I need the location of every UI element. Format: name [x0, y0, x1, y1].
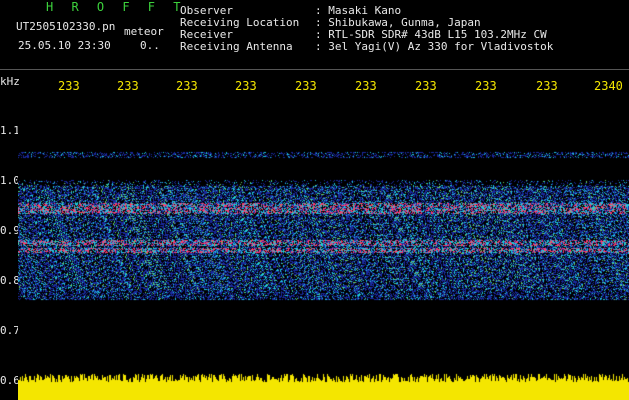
x-tick-label: 233	[295, 79, 317, 93]
antenna-key: Receiving Antenna	[180, 40, 293, 53]
meteor-label: meteor	[124, 25, 164, 38]
spectrogram-window: H R O F F T UT2505102330.pn meteor 25.05…	[0, 0, 629, 400]
x-tick-label: 233	[415, 79, 437, 93]
x-tick-label: 233	[475, 79, 497, 93]
file-name: UT2505102330.pn	[16, 20, 116, 33]
spectrogram-plot	[18, 100, 629, 400]
x-tick-label: 233	[355, 79, 377, 93]
y-tick-label: 1.1	[0, 124, 20, 137]
y-tick-label: 0.8	[0, 274, 20, 287]
count-label: 0..	[140, 39, 160, 52]
app-title: H R O F F T	[46, 0, 186, 14]
y-tick-label: 0.9	[0, 224, 20, 237]
x-tick-label: 233	[536, 79, 558, 93]
y-unit-label: kHz	[0, 75, 20, 88]
date-label: 25.05.10 23:30	[18, 39, 111, 52]
x-tick-label: 233	[58, 79, 80, 93]
y-tick-label: 0.7	[0, 324, 20, 337]
x-tick-label: 233	[117, 79, 139, 93]
y-tick-label: 1.0	[0, 174, 20, 187]
x-tick-label: 233	[235, 79, 257, 93]
antenna-value: : 3el Yagi(V) Az 330 for Vladivostok	[315, 40, 554, 53]
x-tick-label: 233	[176, 79, 198, 93]
x-tick-label: 2340	[594, 79, 623, 93]
header-divider	[0, 69, 629, 70]
y-tick-label: 0.6	[0, 374, 20, 387]
